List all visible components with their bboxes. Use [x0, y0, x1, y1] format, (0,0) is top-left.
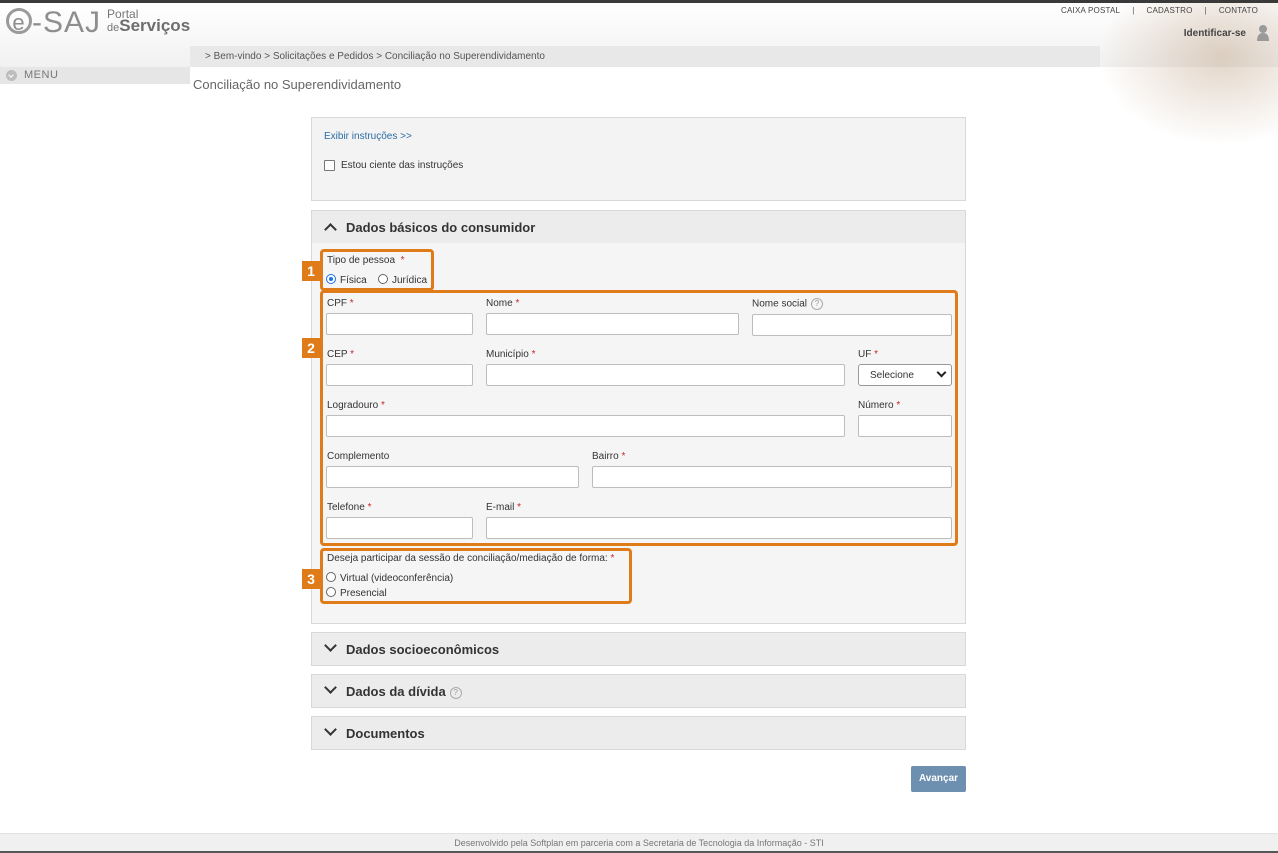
chevron-down-icon[interactable]	[324, 723, 337, 736]
logo-servicos: Serviços	[119, 16, 191, 35]
chevron-down-icon[interactable]	[324, 639, 337, 652]
page-title: Conciliação no Superendividamento	[193, 77, 402, 92]
avancar-button[interactable]: Avançar	[911, 766, 966, 792]
highlight-box-2	[320, 290, 958, 546]
divider: |	[1132, 6, 1135, 15]
logo-saj: -SAJ	[32, 6, 102, 39]
esaj-logo[interactable]: e -SAJ Portal deServiços	[6, 8, 190, 38]
basic-data-header[interactable]: Dados básicos do consumidor	[312, 211, 965, 243]
documents-section[interactable]: Documentos	[311, 716, 966, 750]
basic-data-title: Dados básicos do consumidor	[346, 220, 536, 235]
contato-link[interactable]: CONTATO	[1219, 6, 1258, 15]
user-icon[interactable]	[1256, 24, 1270, 42]
documents-title: Documentos	[346, 726, 425, 741]
show-instructions-link[interactable]: Exibir instruções >>	[324, 131, 412, 142]
menu-button[interactable]: MENU	[24, 69, 58, 81]
instructions-ack[interactable]: Estou ciente das instruções	[324, 160, 463, 171]
help-icon[interactable]: ?	[449, 686, 462, 699]
footer: Desenvolvido pela Softplan em parceria c…	[0, 833, 1278, 852]
chevron-down-icon[interactable]	[324, 681, 337, 694]
caixa-postal-link[interactable]: CAIXA POSTAL	[1061, 6, 1120, 15]
divider: |	[1204, 6, 1207, 15]
chevron-up-icon[interactable]	[324, 223, 337, 236]
top-links: CAIXA POSTAL | CADASTRO | CONTATO	[1061, 6, 1258, 15]
annotation-badge-1: 1	[302, 261, 320, 281]
socioeconomic-section[interactable]: Dados socioeconômicos	[311, 632, 966, 666]
highlight-box-1	[320, 249, 434, 291]
logo-portal-text: Portal deServiços	[107, 8, 190, 34]
breadcrumb[interactable]: > Bem-vindo > Solicitações e Pedidos > C…	[205, 51, 545, 62]
gavel-image	[1088, 3, 1278, 153]
debt-title: Dados da dívida?	[346, 684, 462, 699]
socioeconomic-title: Dados socioeconômicos	[346, 642, 500, 657]
chevron-down-icon[interactable]	[6, 70, 17, 81]
logo-e-mark: e	[6, 8, 32, 35]
debt-section[interactable]: Dados da dívida?	[311, 674, 966, 708]
logo-esaj-text: e -SAJ	[6, 8, 101, 38]
annotation-badge-2: 2	[302, 338, 320, 358]
instructions-checkbox[interactable]	[324, 160, 335, 171]
logo-de: de	[107, 22, 120, 34]
debt-title-text: Dados da dívida	[346, 684, 446, 699]
highlight-box-3	[320, 548, 632, 604]
identificar-se-link[interactable]: Identificar-se	[1184, 28, 1246, 39]
instructions-panel: Exibir instruções >> Estou ciente das in…	[311, 117, 966, 201]
annotation-badge-3: 3	[302, 569, 320, 589]
cadastro-link[interactable]: CADASTRO	[1146, 6, 1192, 15]
instructions-checkbox-label: Estou ciente das instruções	[341, 160, 464, 171]
